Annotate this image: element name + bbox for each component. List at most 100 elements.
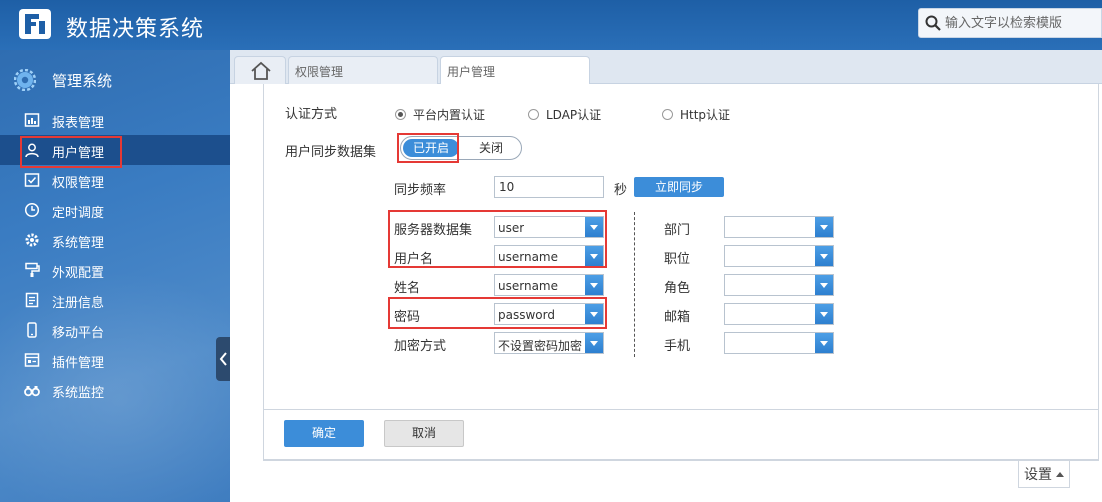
app-logo-icon — [19, 9, 51, 39]
phone-label: 手机 — [664, 339, 691, 354]
department-label: 部门 — [664, 223, 691, 238]
report-icon — [24, 113, 40, 127]
realname-combo[interactable]: username — [494, 274, 604, 296]
radio-http-auth[interactable]: Http认证 — [662, 106, 730, 123]
caret-up-icon — [1056, 471, 1064, 477]
sidebar-item-label: 系统监控 — [52, 386, 105, 401]
sync-toggle[interactable]: 已开启 关闭 — [400, 136, 522, 160]
sidebar-title: 管理系统 — [14, 68, 112, 92]
sidebar-item-label: 移动平台 — [52, 326, 105, 341]
radio-dot[interactable] — [395, 109, 406, 120]
sidebar-item-monitor[interactable]: 系统监控 — [0, 375, 230, 405]
password-combo[interactable]: password — [494, 303, 604, 325]
position-combo[interactable] — [724, 245, 834, 267]
chevron-down-icon[interactable] — [815, 333, 833, 353]
combo-value: username — [498, 279, 558, 293]
sidebar-item-system[interactable]: 系统管理 — [0, 225, 230, 255]
search-icon[interactable] — [925, 15, 941, 31]
toggle-off-option[interactable]: 关闭 — [463, 139, 519, 157]
chevron-down-icon[interactable] — [585, 333, 603, 353]
permission-icon — [24, 173, 40, 187]
home-icon[interactable] — [250, 61, 272, 81]
sidebar-item-label: 注册信息 — [52, 296, 105, 311]
radio-builtin-auth[interactable]: 平台内置认证 — [395, 106, 485, 123]
chevron-down-icon[interactable] — [585, 275, 603, 295]
email-label: 邮箱 — [664, 310, 691, 325]
search-input[interactable] — [945, 14, 1095, 32]
radio-label: Http认证 — [680, 108, 731, 122]
template-search[interactable] — [918, 8, 1102, 38]
plugin-icon — [24, 353, 40, 367]
tab-users[interactable]: 用户管理 — [440, 56, 590, 85]
sync-frequency-input[interactable]: 10 — [494, 176, 604, 198]
sidebar-item-schedule[interactable]: 定时调度 — [0, 195, 230, 225]
footer-bottom-border — [263, 460, 1099, 461]
sidebar-item-plugins[interactable]: 插件管理 — [0, 345, 230, 375]
phone-combo[interactable] — [724, 332, 834, 354]
sidebar-item-report[interactable]: 报表管理 — [0, 105, 230, 135]
chevron-down-icon[interactable] — [815, 246, 833, 266]
sidebar-item-users[interactable]: 用户管理 — [0, 135, 230, 165]
radio-label: LDAP认证 — [546, 108, 602, 122]
sidebar-title-label: 管理系统 — [52, 71, 113, 90]
tab-home[interactable] — [234, 56, 286, 84]
confirm-button[interactable]: 确定 — [284, 420, 364, 447]
sync-frequency-label: 同步频率 — [394, 183, 447, 198]
sidebar-item-label: 定时调度 — [52, 206, 105, 221]
username-combo[interactable]: username — [494, 245, 604, 267]
clock-icon — [24, 202, 40, 218]
email-combo[interactable] — [724, 303, 834, 325]
tab-permission[interactable]: 权限管理 — [288, 56, 438, 84]
app-header: 数据决策系统 — [0, 0, 1102, 50]
sidebar-item-appearance[interactable]: 外观配置 — [0, 255, 230, 285]
register-icon — [25, 292, 39, 308]
sync-now-button[interactable]: 立即同步 — [634, 177, 724, 197]
role-combo[interactable] — [724, 274, 834, 296]
sync-frequency-unit: 秒 — [614, 183, 628, 198]
sidebar-item-label: 插件管理 — [52, 356, 105, 371]
chevron-down-icon[interactable] — [815, 217, 833, 237]
encryption-combo[interactable]: 不设置密码加密 — [494, 332, 604, 354]
chevron-down-icon[interactable] — [585, 217, 603, 237]
server-dataset-combo[interactable]: user — [494, 216, 604, 238]
toggle-on-option[interactable]: 已开启 — [403, 139, 459, 157]
settings-button[interactable]: 设置 — [1018, 460, 1070, 488]
cancel-button[interactable]: 取消 — [384, 420, 464, 447]
combo-value: user — [498, 221, 525, 235]
tab-bar: 权限管理 用户管理 — [230, 50, 1102, 85]
mobile-icon — [27, 322, 37, 338]
role-label: 角色 — [664, 281, 691, 296]
chevron-down-icon[interactable] — [815, 304, 833, 324]
binoculars-icon — [24, 386, 40, 397]
department-combo[interactable] — [724, 216, 834, 238]
encryption-label: 加密方式 — [394, 339, 447, 354]
radio-ldap-auth[interactable]: LDAP认证 — [528, 106, 601, 123]
gear-icon — [25, 233, 39, 247]
app-title: 数据决策系统 — [66, 17, 205, 42]
server-dataset-label: 服务器数据集 — [394, 223, 473, 238]
radio-dot[interactable] — [662, 109, 673, 120]
chevron-down-icon[interactable] — [585, 304, 603, 324]
radio-dot[interactable] — [528, 109, 539, 120]
paint-roller-icon — [25, 262, 40, 277]
sidebar-collapse-button[interactable] — [216, 337, 230, 381]
chevron-down-icon[interactable] — [585, 246, 603, 266]
form-panel — [263, 84, 1099, 460]
tab-label: 用户管理 — [447, 65, 496, 79]
sidebar-item-register[interactable]: 注册信息 — [0, 285, 230, 315]
auth-method-label: 认证方式 — [285, 107, 338, 122]
column-divider — [634, 212, 635, 357]
footer-divider — [263, 409, 1099, 410]
sidebar-item-permission[interactable]: 权限管理 — [0, 165, 230, 195]
sidebar-item-label: 用户管理 — [52, 146, 105, 161]
user-icon — [25, 143, 39, 158]
password-label: 密码 — [394, 310, 421, 325]
sidebar-item-label: 系统管理 — [52, 236, 105, 251]
combo-value: password — [498, 308, 555, 322]
chevron-left-icon[interactable] — [219, 352, 228, 366]
radio-label: 平台内置认证 — [413, 108, 486, 122]
sidebar-item-mobile[interactable]: 移动平台 — [0, 315, 230, 345]
chevron-down-icon[interactable] — [815, 275, 833, 295]
sidebar: 管理系统 报表管理 用户管理 权限管理 定时调度 系统管理 外观配置 注册信息 … — [0, 50, 230, 502]
sidebar-item-label: 权限管理 — [52, 176, 105, 191]
